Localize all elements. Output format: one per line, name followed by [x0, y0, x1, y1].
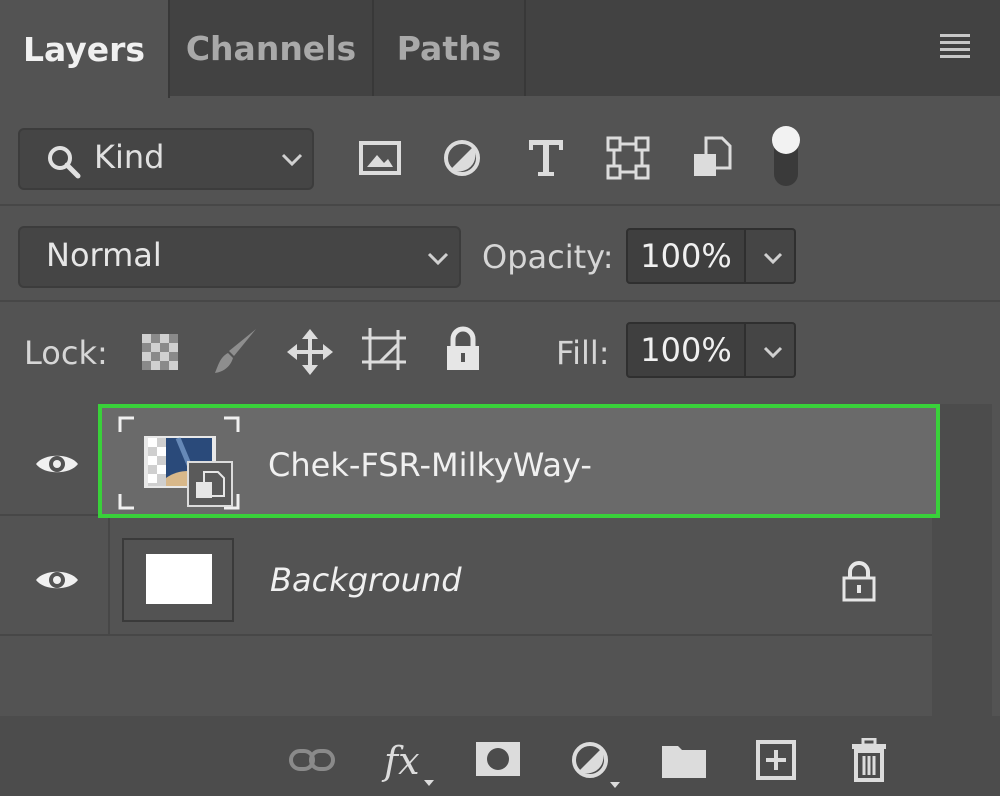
- filter-toggle-icon[interactable]: [770, 124, 802, 190]
- divider: [0, 204, 1000, 206]
- new-layer-icon[interactable]: [756, 740, 796, 780]
- adjustment-layer-icon[interactable]: [570, 740, 626, 790]
- link-layers-icon[interactable]: [288, 746, 336, 774]
- tab-channels-label: Channels: [185, 28, 357, 68]
- lock-artboard-icon[interactable]: [360, 326, 410, 374]
- tab-paths-label: Paths: [396, 28, 502, 68]
- fill-label: Fill:: [556, 334, 610, 372]
- type-filter-icon[interactable]: [526, 136, 566, 180]
- fill-input[interactable]: 100%: [626, 322, 746, 378]
- smart-object-filter-icon[interactable]: [692, 136, 732, 180]
- smart-object-thumbnail: [118, 416, 240, 510]
- adjustment-filter-icon[interactable]: [442, 138, 482, 178]
- eye-icon[interactable]: [34, 566, 80, 594]
- blend-mode-value: Normal: [46, 236, 162, 274]
- shape-filter-icon[interactable]: [606, 136, 650, 180]
- lock-all-icon[interactable]: [444, 326, 482, 372]
- add-mask-icon[interactable]: [474, 740, 522, 778]
- lock-label: Lock:: [24, 334, 108, 372]
- chevron-down-icon: [427, 252, 449, 266]
- lock-image-pixels-icon[interactable]: [212, 326, 260, 376]
- layer-name[interactable]: Chek-FSR-MilkyWay-: [268, 446, 592, 484]
- layer-name[interactable]: Background: [270, 561, 462, 599]
- eye-icon[interactable]: [34, 450, 80, 478]
- panel-menu-icon[interactable]: [940, 34, 970, 58]
- lock-icon: [842, 561, 876, 602]
- new-group-icon[interactable]: [660, 740, 708, 780]
- lock-position-icon[interactable]: [286, 328, 334, 376]
- delete-layer-icon[interactable]: [850, 738, 888, 782]
- image-filter-icon[interactable]: [358, 138, 402, 178]
- chevron-down-icon: [281, 153, 303, 167]
- chevron-down-icon: [763, 346, 783, 359]
- opacity-label: Opacity:: [482, 238, 614, 276]
- chevron-down-icon: [763, 252, 783, 265]
- tab-channels[interactable]: Channels: [170, 0, 374, 96]
- layer-thumbnail: [122, 538, 234, 622]
- layers-scrollbar[interactable]: [932, 404, 992, 716]
- opacity-input[interactable]: 100%: [626, 228, 746, 284]
- tab-layers-label: Layers: [22, 29, 146, 69]
- search-icon: [48, 146, 81, 179]
- tab-paths[interactable]: Paths: [374, 0, 526, 96]
- fx-icon[interactable]: fx: [380, 738, 438, 788]
- divider: [0, 300, 1000, 302]
- filter-kind-label: Kind: [94, 138, 165, 176]
- lock-transparent-pixels-icon[interactable]: [140, 332, 180, 372]
- svg-text:fx: fx: [381, 739, 420, 783]
- tab-layers[interactable]: Layers: [0, 0, 170, 98]
